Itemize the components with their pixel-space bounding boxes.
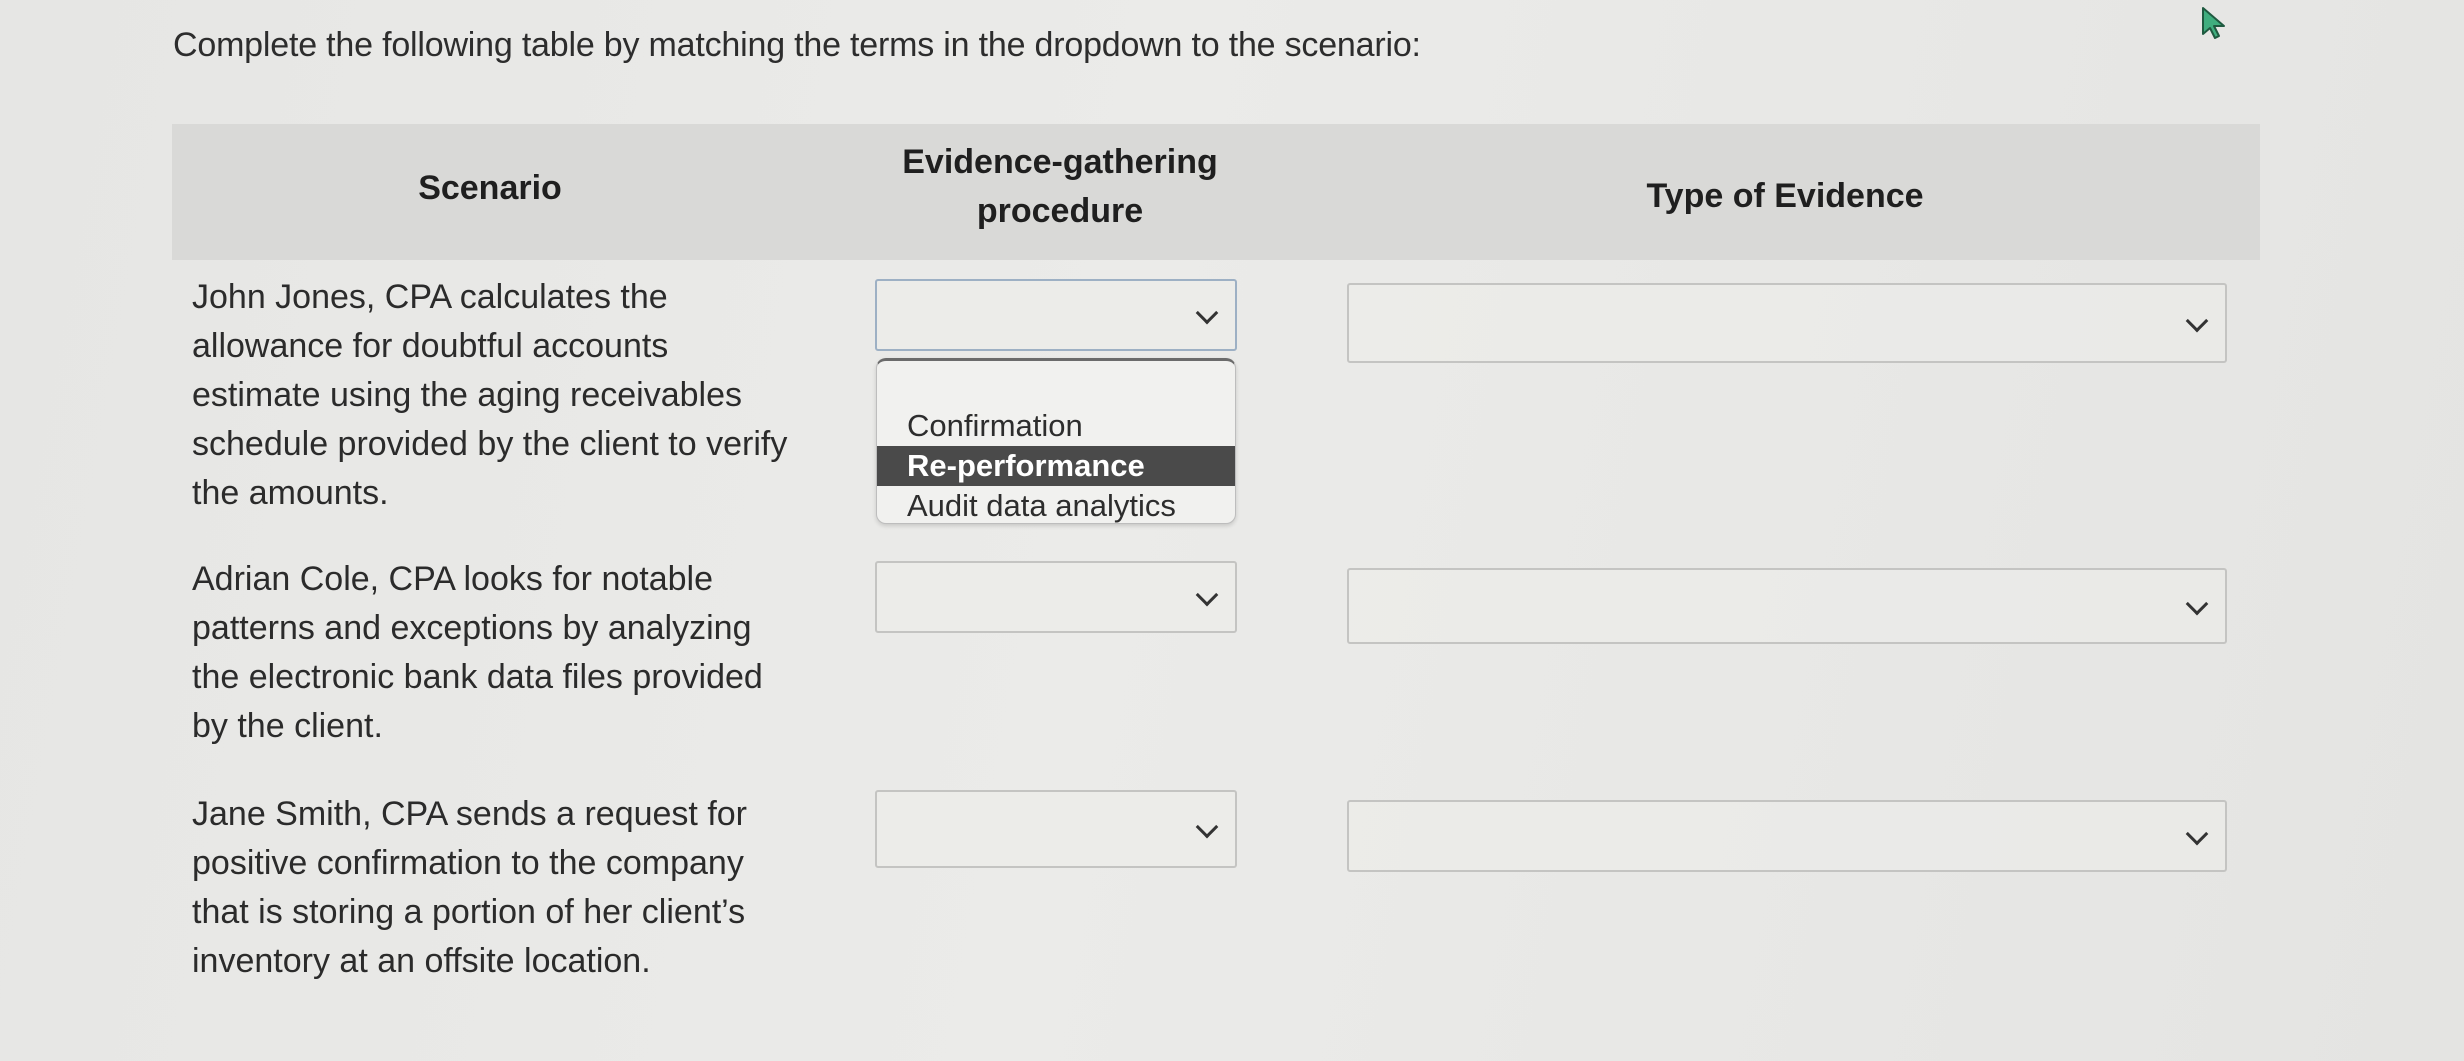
column-header-scenario: Scenario bbox=[418, 169, 562, 207]
chevron-down-icon bbox=[2185, 309, 2209, 333]
mouse-pointer-icon bbox=[2202, 7, 2225, 39]
column-header-procedure: Evidence-gathering procedure bbox=[902, 143, 1218, 231]
procedure-dropdown-row-3[interactable] bbox=[875, 790, 1237, 868]
type-dropdown-row-3[interactable] bbox=[1347, 800, 2227, 872]
type-dropdown-row-2[interactable] bbox=[1347, 568, 2227, 644]
chevron-down-icon bbox=[1195, 301, 1219, 325]
column-header-type: Type of Evidence bbox=[1646, 177, 1924, 215]
scenario-text: Jane Smith, CPA sends a request for posi… bbox=[192, 795, 747, 980]
dropdown-menu: Confirmation Re-performance Audit data a… bbox=[876, 358, 1236, 524]
scenario-text: Adrian Cole, CPA looks for notable patte… bbox=[192, 560, 763, 745]
instructions-text: Complete the following table by matching… bbox=[173, 26, 1421, 64]
scenario-text: John Jones, CPA calculates the allowance… bbox=[192, 278, 788, 512]
menu-option-re-performance[interactable]: Re-performance bbox=[877, 446, 1235, 486]
chevron-down-icon bbox=[1195, 815, 1219, 839]
menu-option-confirmation[interactable]: Confirmation bbox=[877, 406, 1235, 446]
chevron-down-icon bbox=[2185, 822, 2209, 846]
procedure-dropdown-row-1[interactable] bbox=[875, 279, 1237, 351]
chevron-down-icon bbox=[2185, 592, 2209, 616]
menu-option-audit-data-analytics[interactable]: Audit data analytics bbox=[877, 486, 1235, 523]
type-dropdown-row-1[interactable] bbox=[1347, 283, 2227, 363]
chevron-down-icon bbox=[1195, 583, 1219, 607]
procedure-dropdown-row-2[interactable] bbox=[875, 561, 1237, 633]
